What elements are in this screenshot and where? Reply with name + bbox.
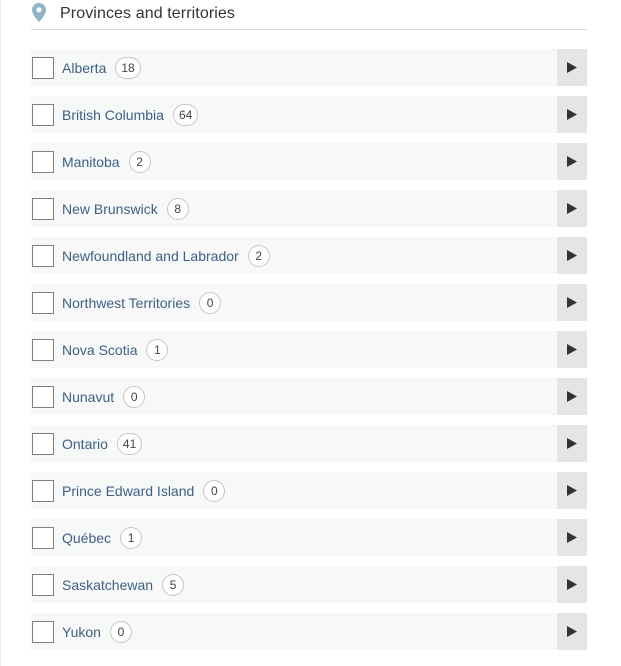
page-edge-divider — [0, 0, 1, 666]
list-item: Nunavut 0 — [31, 378, 587, 415]
play-triangle-icon — [567, 626, 577, 637]
expand-button[interactable] — [557, 566, 587, 603]
item-label[interactable]: Saskatchewan — [62, 577, 153, 593]
list-item: Saskatchewan 5 — [31, 566, 587, 603]
count-badge: 0 — [199, 291, 222, 314]
count-badge: 1 — [120, 526, 143, 549]
checkbox[interactable] — [32, 385, 54, 408]
item-label[interactable]: Alberta — [62, 60, 106, 76]
count-badge: 1 — [146, 338, 169, 361]
expand-button[interactable] — [557, 472, 587, 509]
expand-button[interactable] — [557, 613, 587, 650]
list-item: Québec 1 — [31, 519, 587, 556]
play-triangle-icon — [567, 62, 577, 73]
expand-button[interactable] — [557, 96, 587, 133]
play-triangle-icon — [567, 485, 577, 496]
map-pin-icon — [31, 3, 47, 23]
count-badge: 8 — [166, 197, 189, 220]
list-item: Ontario 41 — [31, 425, 587, 462]
play-triangle-icon — [567, 109, 577, 120]
count-badge: 2 — [128, 150, 151, 173]
checkbox[interactable] — [32, 620, 54, 643]
list-item: Alberta 18 — [31, 49, 587, 86]
list-item: Manitoba 2 — [31, 143, 587, 180]
count-badge: 64 — [172, 103, 199, 126]
play-triangle-icon — [567, 203, 577, 214]
item-label[interactable]: Prince Edward Island — [62, 483, 194, 499]
item-label[interactable]: Ontario — [62, 436, 108, 452]
list-item: Yukon 0 — [31, 613, 587, 650]
expand-button[interactable] — [557, 49, 587, 86]
expand-button[interactable] — [557, 425, 587, 462]
checkbox[interactable] — [32, 197, 54, 220]
list-item: Northwest Territories 0 — [31, 284, 587, 321]
province-list: Alberta 18 British Columbia 64 Manitoba … — [31, 49, 587, 660]
play-triangle-icon — [567, 438, 577, 449]
checkbox[interactable] — [32, 56, 54, 79]
expand-button[interactable] — [557, 331, 587, 368]
item-label[interactable]: British Columbia — [62, 107, 164, 123]
item-label[interactable]: Québec — [62, 530, 111, 546]
count-badge: 0 — [123, 385, 146, 408]
item-label[interactable]: New Brunswick — [62, 201, 158, 217]
list-item: Nova Scotia 1 — [31, 331, 587, 368]
checkbox[interactable] — [32, 150, 54, 173]
count-badge: 0 — [109, 620, 132, 643]
checkbox[interactable] — [32, 526, 54, 549]
list-item: New Brunswick 8 — [31, 190, 587, 227]
play-triangle-icon — [567, 532, 577, 543]
expand-button[interactable] — [557, 519, 587, 556]
list-item: British Columbia 64 — [31, 96, 587, 133]
checkbox[interactable] — [32, 338, 54, 361]
item-label[interactable]: Nunavut — [62, 389, 114, 405]
play-triangle-icon — [567, 297, 577, 308]
expand-button[interactable] — [557, 378, 587, 415]
play-triangle-icon — [567, 156, 577, 167]
item-label[interactable]: Yukon — [62, 624, 101, 640]
checkbox[interactable] — [32, 291, 54, 314]
expand-button[interactable] — [557, 237, 587, 274]
expand-button[interactable] — [557, 143, 587, 180]
checkbox[interactable] — [32, 573, 54, 596]
item-label[interactable]: Newfoundland and Labrador — [62, 248, 239, 264]
list-item: Newfoundland and Labrador 2 — [31, 237, 587, 274]
item-label[interactable]: Nova Scotia — [62, 342, 137, 358]
play-triangle-icon — [567, 579, 577, 590]
count-badge: 5 — [162, 573, 185, 596]
count-badge: 2 — [247, 244, 270, 267]
checkbox[interactable] — [32, 479, 54, 502]
checkbox[interactable] — [32, 244, 54, 267]
filter-title: Provinces and territories — [60, 4, 236, 22]
list-item: Prince Edward Island 0 — [31, 472, 587, 509]
count-badge: 0 — [203, 479, 226, 502]
play-triangle-icon — [567, 344, 577, 355]
filter-header: Provinces and territories — [31, 0, 587, 30]
expand-button[interactable] — [557, 284, 587, 321]
checkbox[interactable] — [32, 103, 54, 126]
item-label[interactable]: Northwest Territories — [62, 295, 190, 311]
expand-button[interactable] — [557, 190, 587, 227]
play-triangle-icon — [567, 250, 577, 261]
count-badge: 18 — [115, 56, 141, 79]
count-badge: 41 — [116, 432, 143, 455]
play-triangle-icon — [567, 391, 577, 402]
checkbox[interactable] — [32, 432, 54, 455]
item-label[interactable]: Manitoba — [62, 154, 120, 170]
